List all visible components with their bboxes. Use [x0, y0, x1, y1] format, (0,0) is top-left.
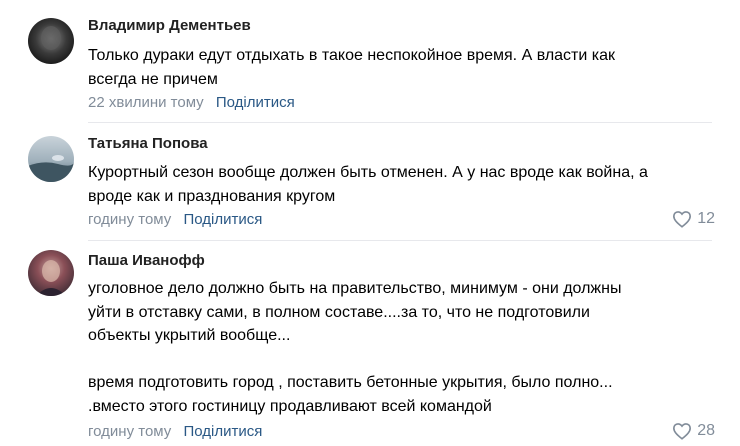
- like-button[interactable]: 28: [672, 422, 715, 440]
- avatar[interactable]: [28, 18, 74, 64]
- comment-meta: 22 хвилини тому Поділитися: [88, 94, 295, 111]
- comment-text-line: уйти в отставку сами, в полном составе..…: [88, 303, 590, 321]
- share-link[interactable]: Поділитися: [183, 423, 262, 440]
- like-button[interactable]: 12: [672, 210, 715, 228]
- like-count: 28: [697, 422, 715, 439]
- comment-author[interactable]: Паша Иванофф: [88, 252, 205, 269]
- heart-icon: [673, 211, 692, 228]
- divider: [88, 240, 712, 241]
- comment-text: уголовное дело должно быть на правительс…: [88, 277, 728, 418]
- comment-author[interactable]: Владимир Дементьев: [88, 17, 251, 34]
- comment-text-line: Только дураки едут отдыхать в такое несп…: [88, 47, 616, 64]
- comment-text-line: .вместо этого гостиницу продавливают все…: [88, 397, 492, 415]
- comment-time[interactable]: 22 хвилини тому: [88, 94, 204, 111]
- comment-text: Только дураки едут отдыхать в такое несп…: [88, 44, 728, 91]
- comment-text: Курортный сезон вообще должен быть отмен…: [88, 161, 728, 208]
- comment-meta: годину тому Поділитися: [88, 211, 262, 228]
- comment-text-line: вроде как и празднования кругом: [88, 187, 336, 205]
- comment-author[interactable]: Татьяна Попова: [88, 135, 208, 152]
- comment-time[interactable]: годину тому: [88, 423, 171, 440]
- like-count: 12: [697, 210, 715, 227]
- comment-text-line: уголовное дело должно быть на правительс…: [88, 280, 622, 297]
- heart-icon: [673, 423, 692, 440]
- avatar[interactable]: [28, 136, 74, 182]
- comment-time[interactable]: годину тому: [88, 211, 171, 228]
- share-link[interactable]: Поділитися: [183, 211, 262, 228]
- share-link[interactable]: Поділитися: [216, 94, 295, 111]
- comment-text-line: объекты укрытий вообще...: [88, 327, 291, 344]
- divider: [88, 122, 712, 123]
- comment-text-line: [88, 348, 728, 372]
- comment-meta: годину тому Поділитися: [88, 423, 262, 440]
- comment-text-line: всегда не причем: [88, 70, 218, 88]
- comment-text-line: Курортный сезон вообще должен быть отмен…: [88, 164, 648, 181]
- comment-text-line: время подготовить город , поставить бето…: [88, 374, 613, 391]
- avatar[interactable]: [28, 250, 74, 296]
